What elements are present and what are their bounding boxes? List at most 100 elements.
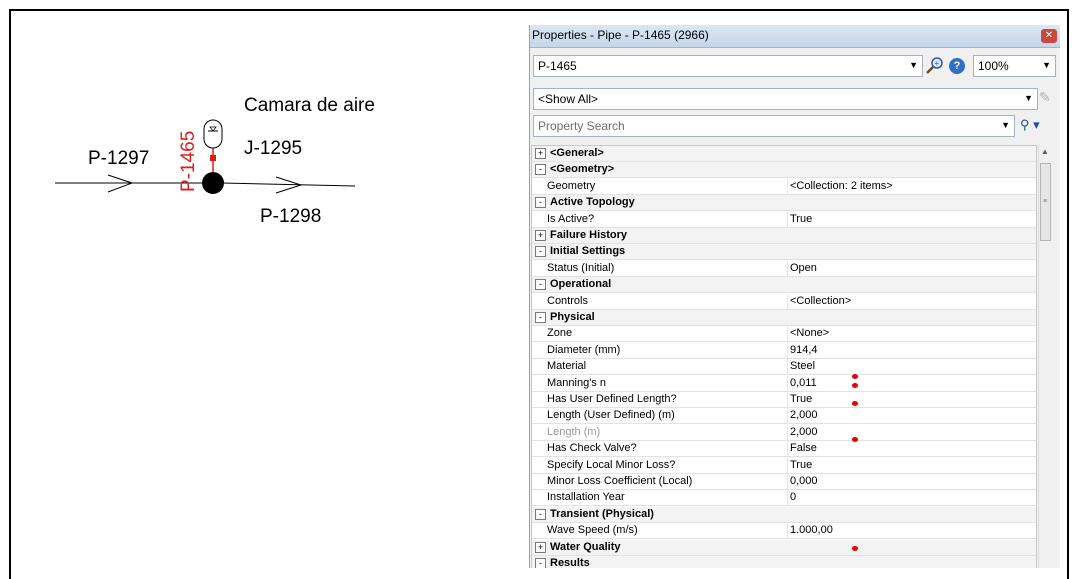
zoom-icon[interactable]: + [924,55,946,77]
property-value[interactable]: Steel [790,360,815,372]
annotation-dot [852,383,858,388]
collapse-icon[interactable]: - [535,197,546,208]
property-label: Wave Speed (m/s) [547,524,638,536]
category-row[interactable]: - Results [532,556,1036,568]
property-value[interactable]: 2,000 [790,426,818,438]
close-icon[interactable]: ✕ [1041,29,1057,43]
junction-j1295[interactable] [202,172,224,194]
property-row[interactable]: Geometry <Collection: 2 items> [532,179,1036,195]
property-grid: + <General> - <Geometry> Geometry <Collection… [531,145,1037,568]
property-row[interactable]: Length (User Defined) (m) 2,000 [532,408,1036,424]
svg-text:+: + [935,59,940,68]
properties-panel: Properties - Pipe - P-1465 (2966) ✕ P-14… [529,25,1060,568]
collapse-icon[interactable]: - [535,509,546,520]
category-row[interactable]: - Active Topology [532,195,1036,211]
annotation-dot [852,437,858,442]
properties-titlebar[interactable]: Properties - Pipe - P-1465 (2966) ✕ [530,25,1060,48]
element-selector[interactable]: P-1465 ▼ [533,55,923,77]
dropdown-arrow-icon[interactable]: ▼ [1024,93,1033,103]
property-value[interactable]: False [790,442,817,454]
category-label: Operational [550,278,612,290]
annotation-dot [852,546,858,551]
pipe-p1298[interactable] [221,182,356,187]
property-row[interactable]: Minor Loss Coefficient (Local) 0,000 [532,474,1036,490]
dropdown-arrow-icon[interactable]: ▼ [1001,120,1010,130]
vertical-scrollbar[interactable]: ▲ ≡ [1038,145,1053,568]
expand-icon[interactable]: + [535,542,546,553]
help-icon[interactable]: ? [949,58,965,74]
property-row[interactable]: Specify Local Minor Loss? True [532,458,1036,474]
property-label: Installation Year [547,491,625,503]
collapse-icon[interactable]: - [535,246,546,257]
property-row[interactable]: Has User Defined Length? True [532,392,1036,408]
collapse-icon[interactable]: - [535,558,546,568]
property-label: Minor Loss Coefficient (Local) [547,475,693,487]
scroll-thumb[interactable]: ≡ [1040,163,1051,241]
category-row[interactable]: - Transient (Physical) [532,507,1036,523]
property-row[interactable]: Has Check Valve? False [532,441,1036,457]
category-row[interactable]: - Initial Settings [532,244,1036,260]
property-label: Length (User Defined) (m) [547,409,675,421]
label-camara-de-aire: Camara de aire [244,95,375,116]
property-value[interactable]: 2,000 [790,409,818,421]
property-filter-value: <Show All> [538,92,599,106]
scroll-up-icon[interactable]: ▲ [1041,147,1049,156]
category-label: <Geometry> [550,163,615,175]
property-value[interactable]: <Collection> [790,295,851,307]
property-value[interactable]: Open [790,262,817,274]
label-j1295: J-1295 [244,138,302,159]
dropdown-arrow-icon[interactable]: ▼ [909,60,918,70]
expand-icon[interactable]: + [535,148,546,159]
zoom-selector[interactable]: 100% ▼ [973,55,1056,77]
property-value[interactable]: 0,000 [790,475,818,487]
label-p1297: P-1297 [88,148,149,169]
search-icon[interactable]: ⚲ ▾ [1020,117,1054,135]
property-value[interactable]: <None> [790,327,829,339]
property-value[interactable]: True [790,459,812,471]
collapse-icon[interactable]: - [535,164,546,175]
property-label: Zone [547,327,573,339]
property-value[interactable]: 0 [790,491,796,503]
property-row[interactable]: Controls <Collection> [532,294,1036,310]
air-chamber-icon[interactable] [203,119,223,149]
property-filter-select[interactable]: <Show All> ▼ [533,88,1038,110]
property-label: Specify Local Minor Loss? [547,459,676,471]
property-value[interactable]: True [790,393,812,405]
property-value[interactable]: <Collection: 2 items> [790,180,893,192]
property-value[interactable]: 0,011 [790,377,817,389]
category-row[interactable]: - Operational [532,277,1036,293]
property-label: Material [547,360,587,372]
edit-icon[interactable]: ✎ [1039,89,1057,107]
property-search-input[interactable]: Property Search ▼ [533,115,1015,137]
category-row[interactable]: + Water Quality [532,540,1036,556]
property-row[interactable]: Installation Year 0 [532,490,1036,506]
property-row[interactable]: Length (m) 2,000 [532,425,1036,441]
property-label: Manning's n [547,377,606,389]
category-row[interactable]: - <Geometry> [532,162,1036,178]
category-label: <General> [550,147,604,159]
collapse-icon[interactable]: - [535,279,546,290]
property-value[interactable]: True [790,213,812,225]
property-row[interactable]: Material Steel [532,359,1036,375]
category-row[interactable]: + Failure History [532,228,1036,244]
property-value[interactable]: 914,4 [790,344,818,356]
property-row[interactable]: Zone <None> [532,326,1036,342]
property-row[interactable]: Wave Speed (m/s) 1.000,00 [532,523,1036,539]
dropdown-arrow-icon[interactable]: ▼ [1042,60,1051,70]
panel-title: Properties - Pipe - P-1465 (2966) [532,28,709,42]
scroll-grip-icon: ≡ [1043,198,1048,205]
property-label: Is Active? [547,213,595,225]
category-row[interactable]: - Physical [532,310,1036,326]
collapse-icon[interactable]: - [535,312,546,323]
annotation-dot [852,401,858,406]
property-label: Has User Defined Length? [547,393,677,405]
category-row[interactable]: + <General> [532,146,1036,162]
property-row[interactable]: Status (Initial) Open [532,261,1036,277]
category-label: Results [550,557,590,568]
property-row[interactable]: Is Active? True [532,212,1036,228]
zoom-value: 100% [978,59,1009,73]
property-row[interactable]: Manning's n 0,011 [532,376,1036,392]
expand-icon[interactable]: + [535,230,546,241]
property-row[interactable]: Diameter (mm) 914,4 [532,343,1036,359]
property-value[interactable]: 1.000,00 [790,524,833,536]
